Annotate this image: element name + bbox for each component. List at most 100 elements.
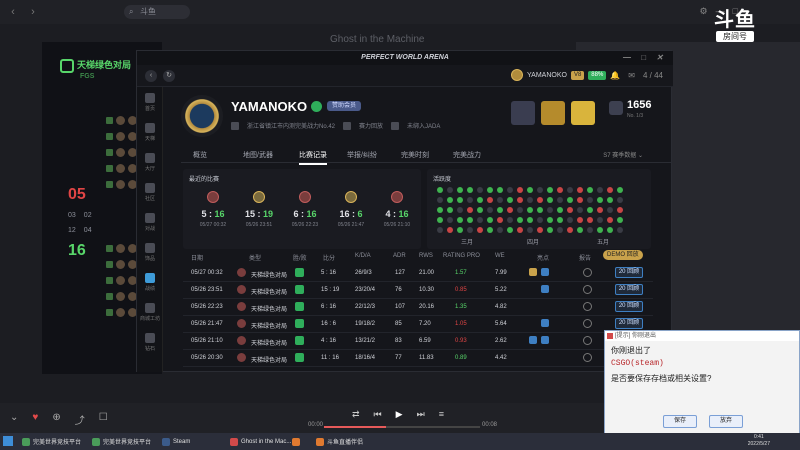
season-select[interactable]: S7 赛季数据 ⌄: [603, 150, 643, 159]
medal-icon[interactable]: [541, 101, 565, 125]
sidebar-item-workshop[interactable]: 商城工坊: [137, 297, 163, 327]
report-icon[interactable]: [583, 336, 592, 345]
next-icon[interactable]: ⏭: [417, 409, 425, 420]
chevron-down-icon[interactable]: ⌄: [10, 412, 18, 427]
recent-match[interactable]: 5 : 16 05/27 00:32: [191, 191, 235, 228]
review-button[interactable]: 20 回顾: [615, 301, 643, 312]
taskbar-item[interactable]: Steam: [162, 435, 190, 448]
dialog-message: 你刚退出了: [611, 346, 651, 355]
table-row[interactable]: 05/26 21:47 天梯绿色对局 16 : 6 19/18/2 85 7.20 1.05…: [183, 316, 653, 332]
save-button[interactable]: 保存: [663, 415, 697, 428]
taskbar-item[interactable]: 完美世界竞技平台: [22, 435, 81, 448]
forward-icon[interactable]: ›: [26, 5, 40, 19]
cell-score: 6 : 16: [321, 304, 337, 310]
highlight-icon[interactable]: [529, 268, 537, 276]
highlight-icon[interactable]: [541, 268, 549, 276]
search-icon: ⌕: [129, 7, 134, 16]
windows-start-icon[interactable]: [3, 436, 13, 446]
activity-dot: [607, 207, 613, 213]
bell-icon[interactable]: 🔔: [610, 71, 620, 80]
discard-button[interactable]: 放弃: [709, 415, 743, 428]
review-button[interactable]: 20 回顾: [615, 318, 643, 329]
play-icon[interactable]: ▶: [396, 409, 403, 420]
shuffle-icon[interactable]: ⇄: [352, 409, 360, 420]
highlight-icon[interactable]: [541, 285, 549, 293]
score-red: 05: [68, 186, 86, 203]
recent-match[interactable]: 16 : 6 05/26 21:47: [329, 191, 373, 228]
sidebar-item-stats[interactable]: 战绩: [137, 267, 163, 297]
score-green: 16: [68, 242, 86, 259]
taskbar-item[interactable]: 斗鱼直播伴侣: [316, 435, 363, 448]
report-icon[interactable]: [583, 302, 592, 311]
table-row[interactable]: 05/26 23:51 天梯绿色对局 15 : 19 23/20/4 76 10.30 0.…: [183, 282, 653, 298]
mode-icon: [237, 268, 246, 277]
friends-count[interactable]: 4 / 44: [643, 71, 663, 80]
back-icon[interactable]: ‹: [145, 70, 157, 82]
highlight-icon[interactable]: [529, 336, 537, 344]
taskbar-item[interactable]: Ghost in the Mac...: [230, 435, 291, 448]
mail-icon[interactable]: ✉: [628, 71, 635, 80]
recent-match[interactable]: 6 : 16 05/26 22:23: [283, 191, 327, 228]
arena-sidebar: 首页 天梯 大厅 社区 对战 饰品 战绩 商城工坊 钻石: [137, 87, 163, 372]
month-label: 三月: [461, 240, 474, 246]
add-icon[interactable]: ⊕: [52, 412, 60, 427]
sidebar-item-ladder[interactable]: 天梯: [137, 117, 163, 147]
cell-date: 05/27 00:32: [191, 270, 223, 276]
settings-icon[interactable]: ⚙: [699, 6, 707, 17]
chevron-down-icon: ⌄: [637, 153, 643, 159]
progress-bar[interactable]: [324, 426, 480, 428]
sidebar-item-lobby[interactable]: 大厅: [137, 147, 163, 177]
heart-icon[interactable]: ♥: [32, 412, 38, 427]
recent-match[interactable]: 15 : 19 05/26 23:51: [237, 191, 281, 228]
tab-reports[interactable]: 举报/纠纷: [347, 150, 377, 160]
activity-dot: [617, 197, 623, 203]
playlist-icon[interactable]: ≡: [439, 409, 444, 420]
sidebar-item-battle[interactable]: 对战: [137, 207, 163, 237]
sidebar-item-community[interactable]: 社区: [137, 177, 163, 207]
cell-rws: 21.00: [419, 270, 435, 276]
tab-match-history[interactable]: 比赛记录: [299, 150, 327, 165]
taskbar-item[interactable]: 完美世界竞技平台: [92, 435, 151, 448]
cell-we: 4.82: [495, 304, 507, 310]
recent-match[interactable]: 4 : 16 05/26 21:10: [375, 191, 419, 228]
activity-dot: [447, 207, 453, 213]
sidebar-item-home[interactable]: 首页: [137, 87, 163, 117]
highlight-icon[interactable]: [541, 336, 549, 344]
highlight-icon[interactable]: [541, 319, 549, 327]
table-row[interactable]: 05/27 00:32 天梯绿色对局 5 : 16 26/9/3 127 21.00 1.5…: [183, 265, 653, 281]
table-row[interactable]: 05/26 22:23 天梯绿色对局 6 : 16 22/12/3 107 20.16 1.…: [183, 299, 653, 315]
medal-icon[interactable]: [511, 101, 535, 125]
previous-icon[interactable]: ⏮: [374, 409, 382, 420]
tab-perfect-moments[interactable]: 完美时刻: [401, 150, 429, 160]
activity-dot: [517, 227, 523, 233]
col-rws: RWS: [419, 253, 433, 259]
match-emblem-icon: [391, 191, 403, 203]
sidebar-item-items[interactable]: 饰品: [137, 237, 163, 267]
sidebar-item-diamond[interactable]: 钻石: [137, 327, 163, 357]
table-row[interactable]: 05/26 20:30 天梯绿色对局 11 : 16 18/16/4 77 11.83 0.…: [183, 350, 653, 366]
report-icon[interactable]: [583, 353, 592, 362]
arena-window-controls[interactable]: — □ ✕: [623, 51, 667, 65]
share-icon[interactable]: ⤴: [75, 412, 85, 427]
stream-title: Ghost in the Machine: [330, 34, 425, 45]
report-icon[interactable]: [583, 268, 592, 277]
report-icon[interactable]: [583, 319, 592, 328]
cell-rating: 0.89: [455, 355, 467, 361]
review-button[interactable]: 20 回顾: [615, 267, 643, 278]
search-input[interactable]: ⌕ 斗鱼: [124, 5, 190, 19]
month-label: 四月: [527, 240, 540, 246]
comment-icon[interactable]: ☐: [99, 412, 108, 427]
header-user[interactable]: YAMANOKO V8 88%: [511, 69, 607, 81]
tab-maps-weapons[interactable]: 地图/武器: [243, 150, 273, 160]
review-button[interactable]: 20 回顾: [615, 284, 643, 295]
refresh-icon[interactable]: ↻: [163, 70, 175, 82]
activity-dot: [477, 217, 483, 223]
table-row[interactable]: 05/26 21:10 天梯绿色对局 4 : 16 13/21/2 83 6.59 0.93…: [183, 333, 653, 349]
tab-perfect-power[interactable]: 完美战力: [453, 150, 481, 160]
back-icon[interactable]: ‹: [6, 5, 20, 19]
demo-button[interactable]: DEMO 回放: [603, 250, 643, 260]
report-icon[interactable]: [583, 285, 592, 294]
medal-icon[interactable]: [571, 101, 595, 125]
taskbar-item[interactable]: [292, 435, 300, 448]
tab-overview[interactable]: 概览: [193, 150, 207, 160]
